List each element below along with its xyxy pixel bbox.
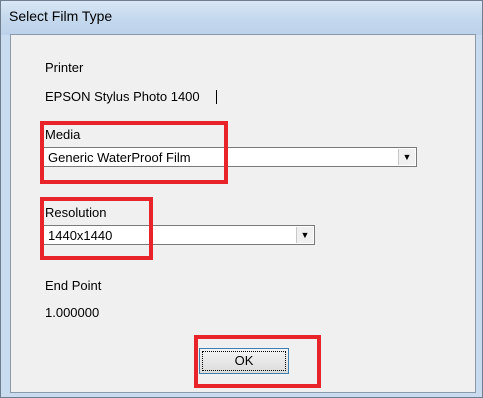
title-bar[interactable]: Select Film Type bbox=[1, 1, 482, 35]
select-film-type-dialog: Select Film Type Printer EPSON Stylus Ph… bbox=[0, 0, 483, 398]
ok-highlight-box bbox=[194, 335, 321, 388]
chevron-down-icon[interactable]: ▼ bbox=[398, 149, 415, 165]
window-title: Select Film Type bbox=[9, 8, 113, 24]
printer-label: Printer bbox=[45, 60, 84, 75]
media-highlight-box bbox=[40, 121, 228, 184]
chevron-down-icon[interactable]: ▼ bbox=[296, 227, 313, 243]
end-point-label: End Point bbox=[45, 278, 102, 293]
resolution-highlight-box bbox=[40, 197, 153, 260]
text-caret bbox=[216, 90, 217, 104]
printer-value: EPSON Stylus Photo 1400 bbox=[45, 89, 200, 104]
end-point-value: 1.000000 bbox=[45, 305, 100, 320]
